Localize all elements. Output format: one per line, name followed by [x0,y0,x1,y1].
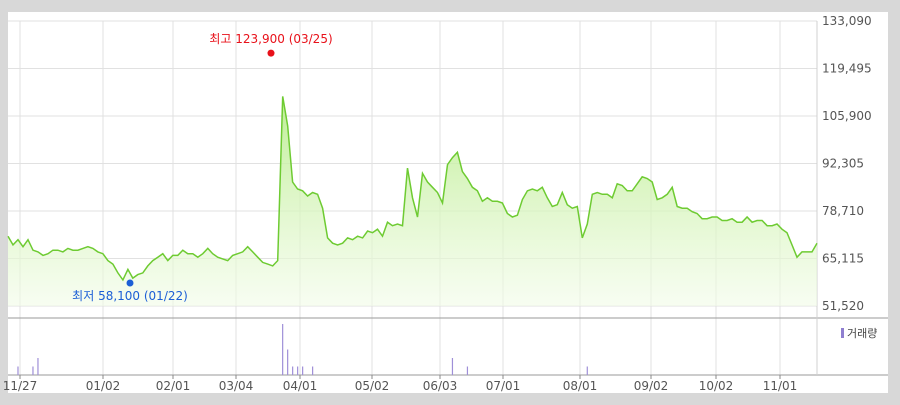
y-tick-label: 119,495 [822,62,872,76]
chart-canvas: 133,090 119,495 105,900 92,305 78,710 65,115 5… [3,12,888,393]
low-label: 최저 58,100 (01/22) [72,289,188,303]
volume-bar [32,366,34,375]
x-tick-label: 07/01 [486,379,521,393]
y-tick-label: 133,090 [822,14,872,28]
volume-bar [312,366,314,375]
volume-legend-swatch [841,328,844,338]
x-tick-label: 02/01 [156,379,191,393]
x-tick-label: 05/02 [355,379,390,393]
low-marker [126,279,134,287]
volume-bar [37,358,39,375]
volume-bar [586,366,588,375]
volume-bar [282,324,284,375]
volume-bar [466,366,469,375]
x-tick-label: 01/02 [86,379,121,393]
y-tick-label: 92,305 [822,157,864,171]
high-marker [267,49,275,57]
x-tick-label: 11/27 [3,379,38,393]
x-tick-label: 10/02 [699,379,734,393]
y-tick-label: 105,900 [822,109,872,123]
x-tick-label: 06/03 [423,379,458,393]
volume-bar [287,349,289,375]
y-tick-label: 51,520 [822,299,864,313]
volume-bar [451,358,454,375]
volume-bar [297,366,299,375]
y-tick-label: 65,115 [822,252,864,266]
stock-chart: 133,090 119,495 105,900 92,305 78,710 65,115 5… [0,0,900,405]
x-tick-label: 03/04 [219,379,254,393]
volume-bar [17,366,19,375]
x-tick-label: 09/02 [634,379,669,393]
x-tick-label: 11/01 [763,379,798,393]
volume-legend-label: 거래량 [847,327,877,340]
x-tick-label: 04/01 [283,379,318,393]
volume-bar [292,366,294,375]
x-tick-label: 08/01 [563,379,598,393]
high-label: 최고 123,900 (03/25) [209,32,332,46]
y-tick-label: 78,710 [822,204,864,218]
volume-bar [302,366,304,375]
volume-legend: 거래량 [841,327,877,340]
